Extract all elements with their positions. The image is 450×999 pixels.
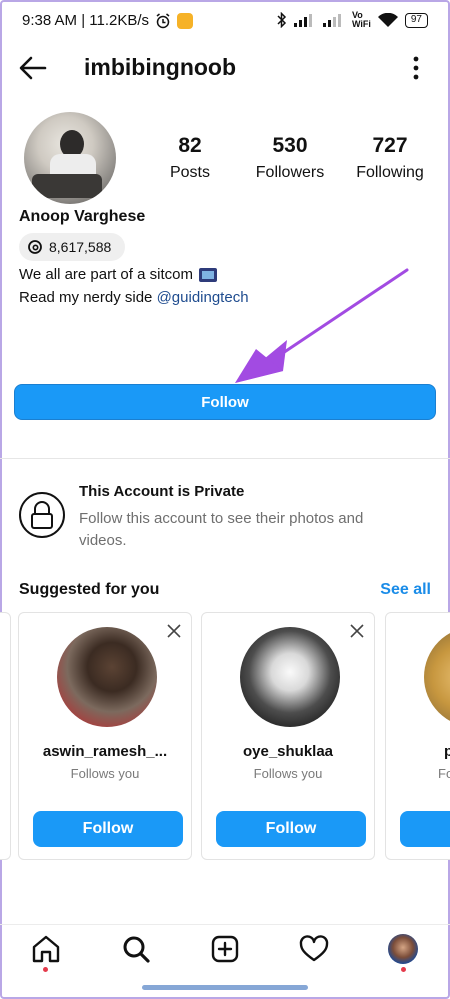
bio-line-1-text: We all are part of a sitcom <box>19 266 193 283</box>
suggested-card[interactable]: aswin_ramesh_... Follows you Follow <box>18 612 192 860</box>
nav-activity[interactable] <box>298 934 330 968</box>
heart-icon <box>299 935 329 962</box>
private-title: This Account is Private <box>79 483 245 500</box>
home-icon <box>32 935 60 963</box>
vowifi-label: Vo WiFi <box>352 11 371 29</box>
stat-followers-label: Followers <box>255 164 325 181</box>
tv-emoji-icon <box>198 267 217 282</box>
status-time: 9:38 AM | 11.2KB/s <box>22 12 150 29</box>
suggested-subtitle: Follows you <box>253 766 323 781</box>
annotation-arrow <box>235 268 409 383</box>
status-bar: 9:38 AM | 11.2KB/s Vo WiFi 97 <box>0 0 450 42</box>
profile-avatar[interactable] <box>24 112 116 204</box>
bio-line-2: Read my nerdy side @guidingtech <box>19 289 249 306</box>
nav-home[interactable] <box>30 934 62 972</box>
home-indicator[interactable] <box>142 985 308 990</box>
section-divider <box>0 458 450 459</box>
notification-app-icon <box>177 12 194 29</box>
stat-followers-value: 530 <box>272 134 308 157</box>
suggested-subtitle: Fo <box>438 766 450 781</box>
back-arrow-icon[interactable] <box>18 53 48 83</box>
suggested-username[interactable]: p <box>444 743 450 760</box>
lock-icon <box>31 501 53 529</box>
stat-following[interactable]: 727 Following <box>340 134 440 190</box>
signal-icon <box>293 14 312 27</box>
nav-create[interactable] <box>209 934 241 968</box>
see-all-link[interactable]: See all <box>380 581 431 599</box>
stat-followers[interactable]: 530 Followers <box>240 134 340 190</box>
notification-dot <box>401 967 406 972</box>
signal-icon-2 <box>322 14 341 27</box>
vowifi-bottom: WiFi <box>351 19 371 29</box>
lock-badge <box>19 492 65 538</box>
private-description: Follow this account to see their photos … <box>79 510 364 549</box>
threads-count: 8,617,588 <box>49 239 112 255</box>
search-icon <box>123 936 150 963</box>
more-vertical-icon[interactable] <box>404 54 428 82</box>
stat-following-value: 727 <box>372 134 408 157</box>
close-icon[interactable] <box>166 623 182 639</box>
wifi-icon <box>377 12 398 27</box>
stat-following-label: Following <box>356 164 424 181</box>
profile-header: imbibingnoob <box>0 48 450 88</box>
suggested-follow-button[interactable] <box>400 811 450 847</box>
threads-badge[interactable]: 8,617,588 <box>19 233 126 261</box>
close-icon[interactable] <box>349 623 365 639</box>
bottom-nav-divider <box>0 924 450 925</box>
suggested-card[interactable]: p Fo <box>385 612 450 860</box>
suggested-avatar[interactable] <box>57 627 157 727</box>
threads-icon <box>28 240 42 254</box>
bio-line-2-text: Read my nerdy side <box>19 289 153 306</box>
create-icon <box>211 935 239 963</box>
suggested-username[interactable]: aswin_ramesh_... <box>19 743 191 760</box>
suggested-title: Suggested for you <box>19 581 160 598</box>
profile-full-name: Anoop Varghese <box>19 208 146 225</box>
suggested-follow-button[interactable]: Follow <box>33 811 183 847</box>
page-title: imbibingnoob <box>84 54 237 80</box>
stat-posts[interactable]: 82 Posts <box>140 134 240 190</box>
bluetooth-icon <box>277 12 287 28</box>
notification-dot <box>43 967 48 972</box>
avatar-figure-lap <box>32 174 102 198</box>
stat-posts-value: 82 <box>178 134 202 157</box>
profile-avatar-icon <box>388 934 418 964</box>
suggested-subtitle: Follows you <box>70 766 140 781</box>
nav-search[interactable] <box>120 934 152 968</box>
status-left: 9:38 AM | 11.2KB/s <box>22 12 194 29</box>
nav-profile[interactable] <box>388 934 420 972</box>
follow-button[interactable]: Follow <box>14 384 436 420</box>
suggested-card[interactable]: oye_shuklaa Follows you Follow <box>201 612 375 860</box>
bottom-nav <box>0 930 450 972</box>
suggested-card-previous <box>0 612 11 860</box>
profile-stats: 82 Posts 530 Followers 727 Following <box>140 134 440 190</box>
suggested-carousel[interactable]: aswin_ramesh_... Follows you Follow oye_… <box>0 612 450 862</box>
stat-posts-label: Posts <box>169 164 210 181</box>
suggested-username[interactable]: oye_shuklaa <box>202 743 374 760</box>
bio-line-1: We all are part of a sitcom <box>19 266 217 283</box>
battery-icon: 97 <box>404 12 428 28</box>
suggested-avatar[interactable] <box>240 627 340 727</box>
suggested-avatar[interactable] <box>424 627 450 727</box>
status-right: Vo WiFi 97 <box>277 11 428 29</box>
alarm-icon <box>156 12 170 28</box>
suggested-follow-button[interactable]: Follow <box>216 811 366 847</box>
